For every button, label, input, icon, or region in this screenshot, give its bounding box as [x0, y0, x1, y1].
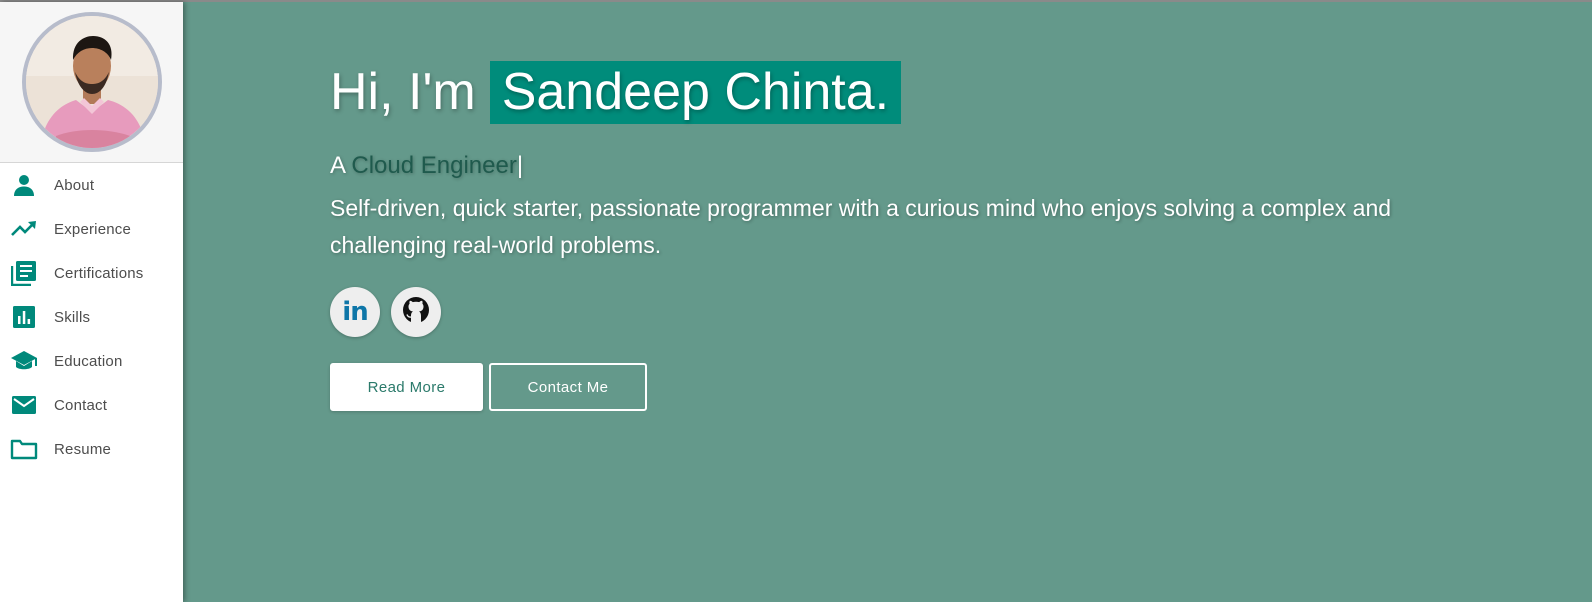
hero-actions: Read More Contact Me [330, 363, 1410, 411]
hero-role: A Cloud Engineer| [330, 152, 1410, 180]
trending-up-icon [10, 215, 38, 243]
person-icon [10, 171, 38, 199]
avatar [21, 12, 162, 152]
bar-chart-icon [10, 303, 38, 331]
sidebar-item-certifications[interactable]: Certifications [0, 251, 183, 295]
sidebar: About Experience Certifications Skills E… [0, 2, 183, 602]
sidebar-item-resume[interactable]: Resume [0, 427, 183, 471]
avatar-area [0, 2, 183, 163]
sidebar-item-label: Resume [54, 440, 112, 458]
sidebar-nav: About Experience Certifications Skills E… [0, 163, 183, 471]
sidebar-item-label: About [54, 176, 95, 194]
sidebar-item-label: Contact [54, 396, 108, 414]
hero-heading: Hi, I'm Sandeep Chinta. [330, 60, 1410, 124]
sidebar-item-label: Certifications [54, 264, 144, 282]
linkedin-icon: in [342, 297, 368, 327]
read-more-button[interactable]: Read More [330, 363, 483, 411]
hero-content: Hi, I'm Sandeep Chinta. A Cloud Engineer… [330, 60, 1410, 411]
social-links: in [330, 287, 1410, 337]
sidebar-item-about[interactable]: About [0, 163, 183, 207]
hero-section: Hi, I'm Sandeep Chinta. A Cloud Engineer… [183, 2, 1592, 602]
contact-me-button[interactable]: Contact Me [489, 363, 647, 411]
github-link[interactable] [391, 287, 441, 337]
sidebar-item-label: Education [54, 352, 123, 370]
email-icon [10, 391, 38, 419]
sidebar-item-experience[interactable]: Experience [0, 207, 183, 251]
folder-icon [10, 435, 38, 463]
sidebar-item-skills[interactable]: Skills [0, 295, 183, 339]
role-text: Cloud Engineer [351, 152, 517, 179]
sidebar-item-label: Skills [54, 308, 91, 326]
avatar-photo [25, 16, 158, 148]
hero-name: Sandeep Chinta. [489, 60, 902, 124]
greeting-prefix: Hi, I'm [330, 63, 476, 121]
sidebar-item-education[interactable]: Education [0, 339, 183, 383]
typing-cursor: | [516, 152, 524, 179]
role-prefix: A [330, 152, 345, 179]
sidebar-item-contact[interactable]: Contact [0, 383, 183, 427]
hero-tagline: Self-driven, quick starter, passionate p… [330, 195, 1392, 258]
sidebar-item-label: Experience [54, 220, 132, 238]
library-books-icon [10, 259, 38, 287]
linkedin-link[interactable]: in [330, 287, 380, 337]
github-icon [402, 296, 430, 329]
school-icon [10, 347, 38, 375]
